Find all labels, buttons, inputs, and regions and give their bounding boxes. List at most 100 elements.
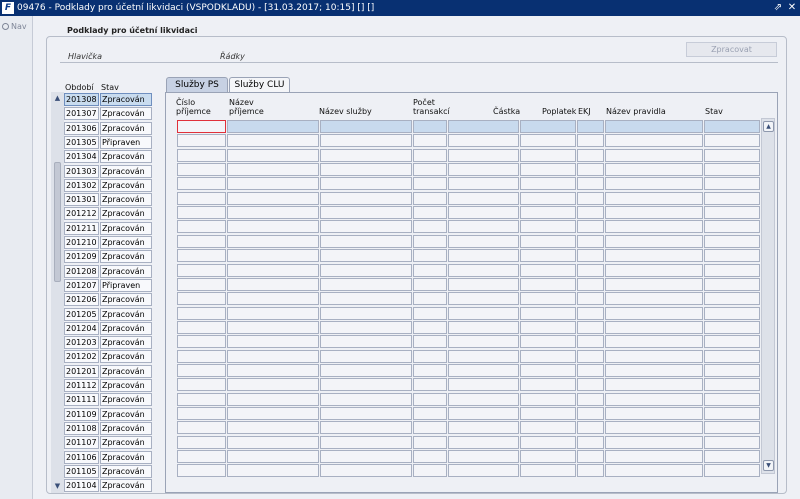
table-row[interactable]: 201209 Zpracován <box>64 250 152 263</box>
grid-cell[interactable] <box>605 292 703 305</box>
grid-cell[interactable] <box>605 307 703 320</box>
grid-cell[interactable] <box>704 350 760 363</box>
status-cell[interactable]: Zpracován <box>100 93 152 106</box>
grid-cell[interactable] <box>413 292 447 305</box>
grid-cell[interactable] <box>448 264 519 277</box>
grid-cell[interactable] <box>577 407 604 420</box>
grid-cell[interactable] <box>448 393 519 406</box>
grid-row[interactable] <box>177 278 761 291</box>
grid-cell[interactable] <box>605 149 703 162</box>
status-cell[interactable]: Zpracován <box>100 107 152 120</box>
grid-cell[interactable] <box>605 421 703 434</box>
grid-cell[interactable] <box>320 220 412 233</box>
status-cell[interactable]: Připraven <box>100 279 152 292</box>
grid-cell[interactable] <box>413 464 447 477</box>
grid-scrollbar[interactable]: ▲ ▼ <box>761 118 775 474</box>
grid-row[interactable] <box>177 235 761 248</box>
grid-cell[interactable] <box>320 350 412 363</box>
period-cell[interactable]: 201202 <box>64 350 99 363</box>
grid-cell[interactable] <box>577 149 604 162</box>
grid-cell[interactable] <box>448 206 519 219</box>
grid-cell[interactable] <box>577 206 604 219</box>
status-cell[interactable]: Zpracován <box>100 150 152 163</box>
grid-cell[interactable] <box>704 249 760 262</box>
grid-cell[interactable] <box>413 192 447 205</box>
table-row[interactable]: 201108 Zpracován <box>64 422 152 435</box>
status-cell[interactable]: Zpracován <box>100 436 152 449</box>
period-cell[interactable]: 201105 <box>64 465 99 478</box>
grid-cell[interactable] <box>320 177 412 190</box>
period-cell[interactable]: 201203 <box>64 336 99 349</box>
period-cell[interactable]: 201302 <box>64 179 99 192</box>
grid-cell[interactable] <box>704 235 760 248</box>
grid-cell[interactable] <box>605 335 703 348</box>
grid-cell[interactable] <box>704 450 760 463</box>
status-cell[interactable]: Zpracován <box>100 451 152 464</box>
grid-cell[interactable] <box>177 378 226 391</box>
grid-cell[interactable] <box>704 134 760 147</box>
grid-cell[interactable] <box>177 134 226 147</box>
period-cell[interactable]: 201301 <box>64 193 99 206</box>
grid-cell[interactable] <box>227 335 319 348</box>
grid-cell[interactable] <box>520 235 576 248</box>
tab-sluzby-clu[interactable]: Služby CLU <box>229 77 290 93</box>
grid-cell[interactable] <box>520 464 576 477</box>
grid-cell[interactable] <box>577 264 604 277</box>
grid-cell[interactable] <box>227 436 319 449</box>
grid-cell[interactable] <box>605 120 703 133</box>
table-row[interactable]: 201201 Zpracován <box>64 365 152 378</box>
grid-cell[interactable] <box>704 292 760 305</box>
period-cell[interactable]: 201109 <box>64 408 99 421</box>
grid-cell[interactable] <box>177 149 226 162</box>
status-cell[interactable]: Zpracován <box>100 207 152 220</box>
grid-cell[interactable] <box>448 235 519 248</box>
table-row[interactable]: 201105 Zpracován <box>64 465 152 478</box>
period-cell[interactable]: 201210 <box>64 236 99 249</box>
grid-cell[interactable] <box>227 220 319 233</box>
grid-cell[interactable] <box>177 192 226 205</box>
grid-cell[interactable] <box>448 407 519 420</box>
table-row[interactable]: 201305 Připraven <box>64 136 152 149</box>
grid-cell[interactable] <box>413 321 447 334</box>
grid-cell[interactable] <box>177 421 226 434</box>
grid-cell[interactable] <box>177 335 226 348</box>
grid-row[interactable] <box>177 177 761 190</box>
grid-cell[interactable] <box>448 249 519 262</box>
grid-cell[interactable] <box>577 378 604 391</box>
grid-cell[interactable] <box>177 393 226 406</box>
grid-cell[interactable] <box>605 464 703 477</box>
grid-cell[interactable] <box>448 421 519 434</box>
grid-cell[interactable] <box>577 393 604 406</box>
table-row[interactable]: 201306 Zpracován <box>64 122 152 135</box>
status-cell[interactable]: Zpracován <box>100 408 152 421</box>
grid-cell[interactable] <box>520 378 576 391</box>
status-cell[interactable]: Zpracován <box>100 479 152 492</box>
grid-cell[interactable] <box>227 163 319 176</box>
table-row[interactable]: 201205 Zpracován <box>64 308 152 321</box>
grid-cell[interactable] <box>177 264 226 277</box>
table-row[interactable]: 201204 Zpracován <box>64 322 152 335</box>
grid-cell[interactable] <box>320 249 412 262</box>
grid-cell[interactable] <box>227 450 319 463</box>
status-cell[interactable]: Zpracován <box>100 322 152 335</box>
scroll-up-icon[interactable]: ▲ <box>763 121 774 132</box>
status-cell[interactable]: Zpracován <box>100 379 152 392</box>
grid-cell[interactable] <box>413 307 447 320</box>
grid-cell[interactable] <box>704 421 760 434</box>
restore-icon[interactable]: ⇗ <box>772 1 784 14</box>
left-table-scrollbar[interactable]: ▲ ▼ <box>51 92 64 493</box>
grid-row[interactable] <box>177 378 761 391</box>
grid-row[interactable] <box>177 321 761 334</box>
grid-cell[interactable] <box>704 378 760 391</box>
status-cell[interactable]: Zpracován <box>100 365 152 378</box>
period-cell[interactable]: 201304 <box>64 150 99 163</box>
grid-cell[interactable] <box>577 235 604 248</box>
status-cell[interactable]: Zpracován <box>100 236 152 249</box>
grid-cell[interactable] <box>177 177 226 190</box>
grid-cell[interactable] <box>448 335 519 348</box>
grid-row[interactable] <box>177 249 761 262</box>
period-cell[interactable]: 201108 <box>64 422 99 435</box>
status-cell[interactable]: Zpracován <box>100 393 152 406</box>
table-row[interactable]: 201304 Zpracován <box>64 150 152 163</box>
grid-cell[interactable] <box>520 393 576 406</box>
